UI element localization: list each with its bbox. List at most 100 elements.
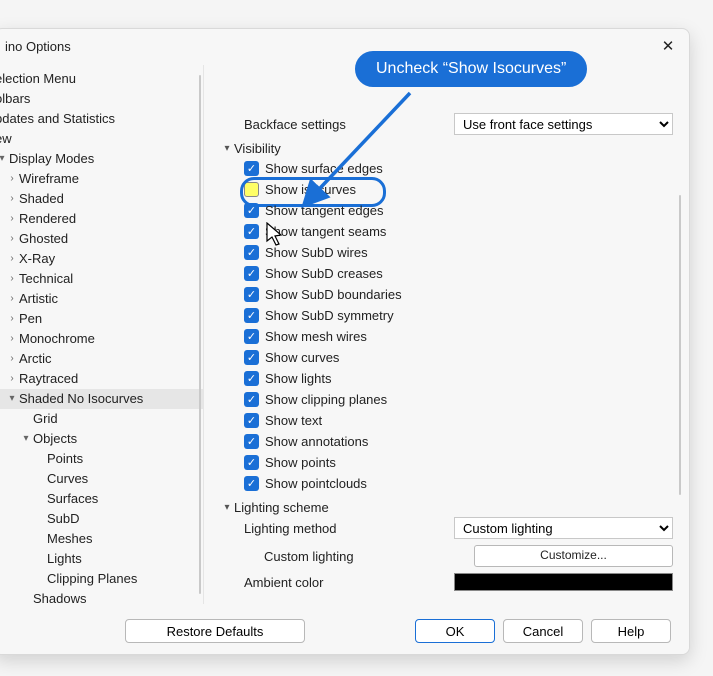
tree-item[interactable]: Grid [0, 409, 203, 429]
checkbox-checked-icon[interactable]: ✓ [244, 329, 259, 344]
tree-item[interactable]: Shadows [0, 589, 203, 604]
chevron-down-icon: ▾ [220, 502, 234, 513]
checkbox-checked-icon[interactable]: ✓ [244, 413, 259, 428]
lighting-method-label: Lighting method [220, 521, 414, 536]
checkbox-show-tangent-edges[interactable]: ✓ Show tangent edges [244, 200, 673, 221]
tree-item[interactable]: election Menu [0, 69, 203, 89]
tree-item[interactable]: ›Ghosted [0, 229, 203, 249]
tree-item-display-modes[interactable]: ▾Display Modes [0, 149, 203, 169]
dialog-title: ino Options [5, 39, 71, 54]
tree-item[interactable]: ›Raytraced [0, 369, 203, 389]
chevron-down-icon: ▾ [5, 389, 19, 409]
tree-item[interactable]: Points [0, 449, 203, 469]
options-dialog: ino Options ✕ election Menu olbars pdate… [0, 28, 690, 655]
tree-item[interactable]: Lights [0, 549, 203, 569]
tree-item[interactable]: olbars [0, 89, 203, 109]
close-button[interactable]: ✕ [657, 35, 679, 57]
chevron-right-icon: › [5, 269, 19, 289]
tree-item[interactable]: ew [0, 129, 203, 149]
checkbox-label: Show SubD creases [265, 266, 383, 281]
checkbox-label: Show tangent edges [265, 203, 384, 218]
checkbox-checked-icon[interactable]: ✓ [244, 308, 259, 323]
checkbox-checked-icon[interactable]: ✓ [244, 455, 259, 470]
checkbox-checked-icon[interactable]: ✓ [244, 203, 259, 218]
checkbox-show-subd-symmetry[interactable]: ✓ Show SubD symmetry [244, 305, 673, 326]
checkbox-label: Show clipping planes [265, 392, 387, 407]
checkbox-checked-icon[interactable]: ✓ [244, 224, 259, 239]
tree-item[interactable]: ›X-Ray [0, 249, 203, 269]
checkbox-show-subd-wires[interactable]: ✓Show SubD wires [244, 242, 673, 263]
checkbox-show-isocurves[interactable]: Show isocurves [244, 179, 673, 200]
checkbox-show-tangent-seams[interactable]: ✓Show tangent seams [244, 221, 673, 242]
tree-item[interactable]: pdates and Statistics [0, 109, 203, 129]
chevron-down-icon: ▾ [220, 143, 234, 154]
settings-panel: Backface settings Use front face setting… [204, 65, 689, 604]
checkbox-show-clipping-planes[interactable]: ✓ Show clipping planes [244, 389, 673, 410]
checkbox-checked-icon[interactable]: ✓ [244, 266, 259, 281]
tree-item[interactable]: Surfaces [0, 489, 203, 509]
checkbox-show-subd-boundaries[interactable]: ✓ Show SubD boundaries [244, 284, 673, 305]
backface-select[interactable]: Use front face settings [454, 113, 673, 135]
tree-item[interactable]: ›Technical [0, 269, 203, 289]
tree-item[interactable]: Meshes [0, 529, 203, 549]
tree-item[interactable]: ›Arctic [0, 349, 203, 369]
annotation-bubble: Uncheck “Show Isocurves” [355, 51, 587, 87]
chevron-right-icon: › [5, 189, 19, 209]
checkbox-checked-icon[interactable]: ✓ [244, 287, 259, 302]
title-bar: ino Options ✕ [0, 29, 689, 57]
lighting-section[interactable]: ▾ Lighting scheme [220, 500, 673, 515]
checkbox-label: Show annotations [265, 434, 368, 449]
chevron-down-icon: ▾ [19, 429, 33, 449]
tree-item[interactable]: ›Shaded [0, 189, 203, 209]
tree-scrollbar[interactable] [199, 75, 201, 594]
tree-item[interactable]: Curves [0, 469, 203, 489]
chevron-right-icon: › [5, 289, 19, 309]
checkbox-label: Show isocurves [265, 182, 356, 197]
help-button[interactable]: Help [591, 619, 671, 643]
lighting-method-select[interactable]: Custom lighting [454, 517, 673, 539]
tree-item-objects[interactable]: ▾Objects [0, 429, 203, 449]
tree-item-selected[interactable]: ▾Shaded No Isocurves [0, 389, 203, 409]
tree-item[interactable]: ›Monochrome [0, 329, 203, 349]
customize-button[interactable]: Customize... [474, 545, 673, 567]
restore-defaults-button[interactable]: Restore Defaults [125, 619, 305, 643]
checkbox-label: Show text [265, 413, 322, 428]
tree-item[interactable]: ›Artistic [0, 289, 203, 309]
visibility-section[interactable]: ▾ Visibility [220, 141, 673, 156]
checkbox-unchecked-icon[interactable] [244, 182, 259, 197]
checkbox-checked-icon[interactable]: ✓ [244, 392, 259, 407]
checkbox-show-curves[interactable]: ✓Show curves [244, 347, 673, 368]
panel-scrollbar[interactable] [679, 195, 681, 495]
checkbox-label: Show SubD symmetry [265, 308, 394, 323]
ok-button[interactable]: OK [415, 619, 495, 643]
checkbox-checked-icon[interactable]: ✓ [244, 350, 259, 365]
checkbox-show-text[interactable]: ✓ Show text [244, 410, 673, 431]
checkbox-show-mesh-wires[interactable]: ✓ Show mesh wires [244, 326, 673, 347]
tree-item[interactable]: Clipping Planes [0, 569, 203, 589]
chevron-right-icon: › [5, 349, 19, 369]
tree-item[interactable]: ›Wireframe [0, 169, 203, 189]
checkbox-show-subd-creases[interactable]: ✓ Show SubD creases [244, 263, 673, 284]
checkbox-checked-icon[interactable]: ✓ [244, 161, 259, 176]
cancel-button[interactable]: Cancel [503, 619, 583, 643]
chevron-right-icon: › [5, 249, 19, 269]
checkbox-show-annotations[interactable]: ✓ Show annotations [244, 431, 673, 452]
checkbox-show-points[interactable]: ✓ Show points [244, 452, 673, 473]
checkbox-show-surface-edges[interactable]: ✓Show surface edges [244, 158, 673, 179]
checkbox-show-pointclouds[interactable]: ✓ Show pointclouds [244, 473, 673, 494]
checkbox-label: Show SubD boundaries [265, 287, 402, 302]
tree-item[interactable]: ›Pen [0, 309, 203, 329]
checkbox-checked-icon[interactable]: ✓ [244, 371, 259, 386]
checkbox-label: Show mesh wires [265, 329, 367, 344]
ambient-color-swatch[interactable] [454, 573, 673, 591]
tree-item[interactable]: ›Rendered [0, 209, 203, 229]
checkbox-checked-icon[interactable]: ✓ [244, 434, 259, 449]
checkbox-show-lights[interactable]: ✓ Show lights [244, 368, 673, 389]
nav-tree[interactable]: election Menu olbars pdates and Statisti… [0, 65, 204, 604]
tree-item[interactable]: SubD [0, 509, 203, 529]
checkbox-checked-icon[interactable]: ✓ [244, 245, 259, 260]
checkbox-label: Show pointclouds [265, 476, 367, 491]
checkbox-checked-icon[interactable]: ✓ [244, 476, 259, 491]
checkbox-label: Show lights [265, 371, 331, 386]
checkbox-label: Show points [265, 455, 336, 470]
